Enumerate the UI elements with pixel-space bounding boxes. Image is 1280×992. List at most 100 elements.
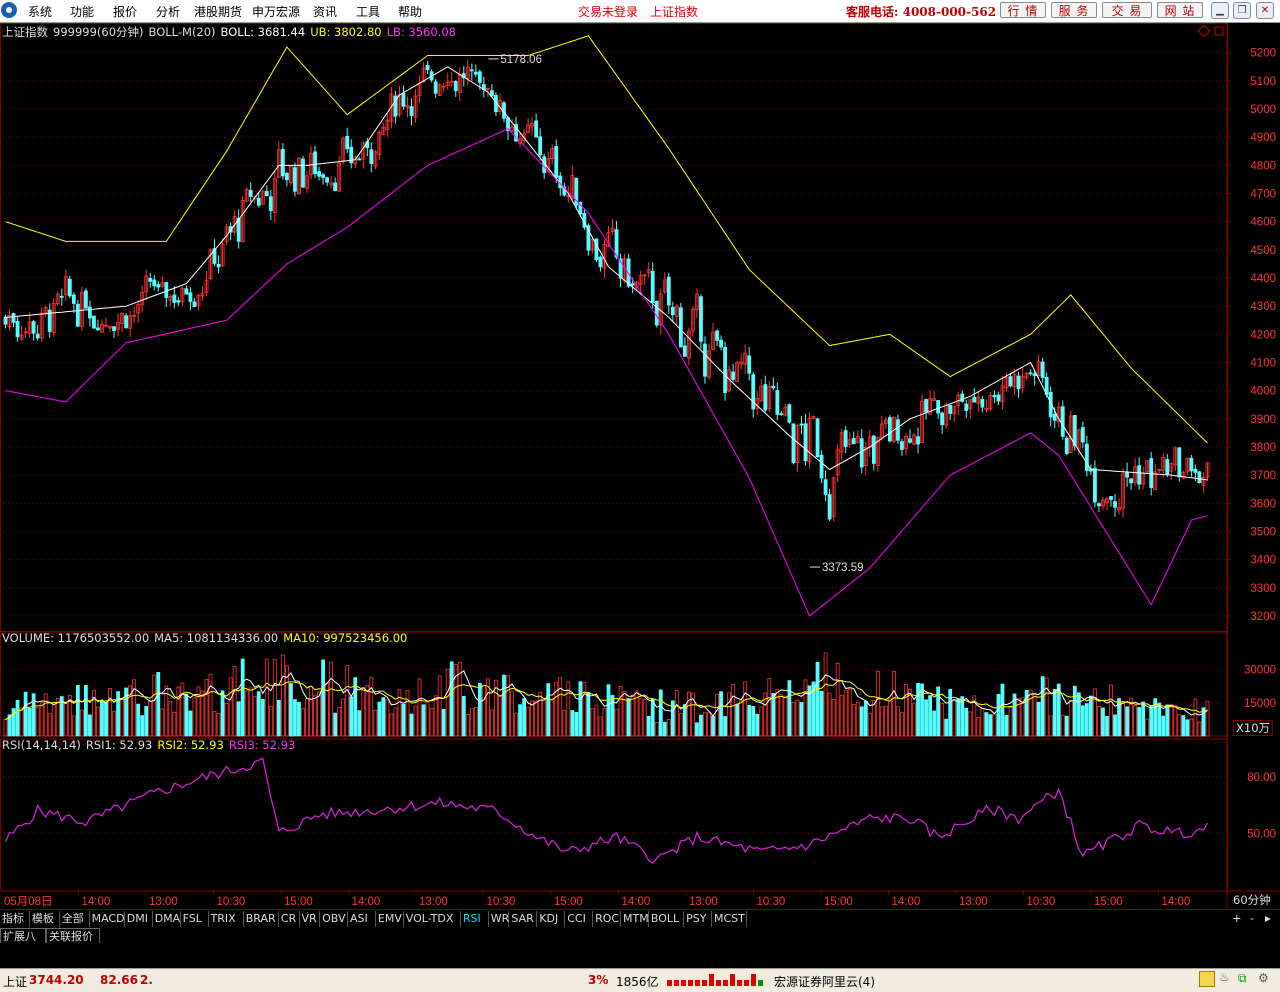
candle-body (11, 313, 16, 323)
volume-bar (1165, 704, 1170, 737)
menu-quote[interactable]: 报价 (113, 3, 137, 20)
boll-value: BOLL: 3681.44 (220, 25, 306, 39)
kline-chart[interactable]: 5200 5100 5000 4900 4800 4700 4600 4500 4400 4300… (0, 23, 1280, 909)
indicator-name: BOLL-M(20) (148, 25, 216, 39)
menu-tools[interactable]: 工具 (356, 3, 380, 20)
volume-bar (1032, 692, 1037, 737)
candle-body (1008, 376, 1013, 387)
tab-brar[interactable]: BRAR (244, 911, 279, 927)
tab-模板[interactable]: 模板 (30, 911, 60, 927)
volume-bar (695, 722, 699, 737)
menu-hk-futures[interactable]: 港股期货 (194, 3, 242, 20)
volume-bar (819, 690, 824, 737)
volume-bar (188, 710, 193, 737)
candle-body (1084, 443, 1089, 471)
candle-body (731, 371, 736, 380)
tab-cci[interactable]: CCI (565, 911, 594, 927)
candle-body (888, 417, 892, 442)
tab-mtm[interactable]: MTM (621, 911, 649, 927)
tab-指标[interactable]: 指标 (0, 911, 30, 927)
candle-body (538, 136, 543, 156)
service-button[interactable]: 服 务 (1051, 2, 1097, 18)
candle-body (936, 400, 941, 414)
status-bar: 上证 3744.20 82.66 2. 3% 1856亿 宏源证券阿里云(4) … (0, 968, 1280, 992)
tab-roc[interactable]: ROC (593, 911, 621, 927)
volume-bar (751, 706, 756, 737)
price-tick-label: 4300 (1250, 301, 1276, 313)
tab-dmi[interactable]: DMI (125, 911, 153, 927)
menu-help[interactable]: 帮助 (398, 3, 422, 20)
trade-button[interactable]: 交 易 (1102, 2, 1152, 18)
settings-icon[interactable]: ⚙ (1258, 971, 1269, 985)
volume-bar (441, 709, 446, 737)
volume-bar (614, 708, 619, 737)
candle-body (156, 284, 161, 288)
volume-tick-label: 15000 (1244, 698, 1276, 710)
tab-vr[interactable]: VR (300, 911, 321, 927)
tab-sar[interactable]: SAR (509, 911, 538, 927)
volume-bar (823, 652, 828, 737)
tab-全部[interactable]: 全部 (60, 911, 90, 927)
tab-mcst[interactable]: MCST (712, 911, 748, 927)
tab-fsl[interactable]: FSL (181, 911, 209, 927)
tab-vol-tdx[interactable]: VOL-TDX (404, 911, 461, 927)
status-broker[interactable]: 宏源证券阿里云(4) (774, 973, 875, 990)
menu-analysis[interactable]: 分析 (156, 3, 180, 20)
rsi-panel-header: RSI(14,14,14) RSI1: 52.93 RSI2: 52.93 RSI3:… (2, 738, 300, 752)
tab-extend-8[interactable]: 扩展八 (0, 928, 46, 944)
candle-body (670, 306, 675, 316)
volume-bar (932, 710, 937, 737)
lock-icon[interactable] (1199, 971, 1215, 987)
zoom-in-button[interactable]: + (1232, 911, 1242, 925)
volume-bar (421, 704, 426, 737)
close-icon[interactable]: ✕ (1256, 2, 1274, 19)
candle-body (1064, 437, 1069, 455)
volume-bar (855, 701, 860, 737)
tab-asi[interactable]: ASI (348, 911, 376, 927)
period-label[interactable]: 60分钟 (1233, 893, 1271, 907)
volume-bar (361, 687, 366, 737)
tab-emv[interactable]: EMV (376, 911, 404, 927)
menu-swhy[interactable]: 申万宏源 (252, 3, 300, 20)
tab-kdj[interactable]: KDJ (537, 911, 566, 927)
volume-bar (252, 696, 257, 737)
volume-bar (55, 697, 60, 737)
menu-system[interactable]: 系统 (28, 3, 52, 20)
volume-bar (771, 693, 776, 737)
tab-trix[interactable]: TRIX (209, 911, 244, 927)
restore-icon[interactable]: ❐ (1233, 2, 1251, 19)
volume-unit-label: X10万 (1233, 720, 1274, 736)
zoom-out-button[interactable]: - (1250, 911, 1254, 925)
tab-psy[interactable]: PSY (684, 911, 712, 927)
volume-bar (759, 706, 764, 737)
volume-bar (875, 670, 880, 737)
tab-wr[interactable]: WR (489, 911, 510, 927)
volume-bar (743, 681, 748, 737)
volume-bar (19, 707, 24, 737)
candle-body (357, 158, 362, 161)
tab-related-quote[interactable]: 关联报价 (46, 928, 100, 944)
candle-body (313, 151, 317, 175)
tab-cr[interactable]: CR (279, 911, 300, 927)
volume-bar (144, 706, 149, 737)
tab-macd[interactable]: MACD (90, 911, 125, 927)
tab-obv[interactable]: OBV (320, 911, 348, 927)
volume-bar (204, 679, 209, 737)
volume-bar (727, 692, 731, 737)
minimize-icon[interactable]: ▁ (1211, 2, 1229, 19)
market-button[interactable]: 行 情 (1000, 2, 1046, 18)
tab-rsi[interactable]: RSI (461, 911, 489, 927)
menu-news[interactable]: 资讯 (313, 3, 337, 20)
scroll-right-icon[interactable]: ▸ (1265, 911, 1271, 925)
candle-body (71, 294, 76, 304)
tab-boll[interactable]: BOLL (649, 911, 685, 927)
tab-dma[interactable]: DMA (153, 911, 181, 927)
price-tick-label: 4900 (1250, 132, 1276, 144)
menu-function[interactable]: 功能 (70, 3, 94, 20)
low-marker-label: 3373.59 (822, 562, 864, 574)
index-code: 999999(60分钟) (53, 25, 144, 39)
trade-login-status[interactable]: 交易未登录 (578, 3, 638, 20)
website-button[interactable]: 网 站 (1157, 2, 1203, 18)
status-index-name[interactable]: 上证 (3, 973, 27, 990)
status-turnover: 1856亿 (616, 975, 659, 989)
